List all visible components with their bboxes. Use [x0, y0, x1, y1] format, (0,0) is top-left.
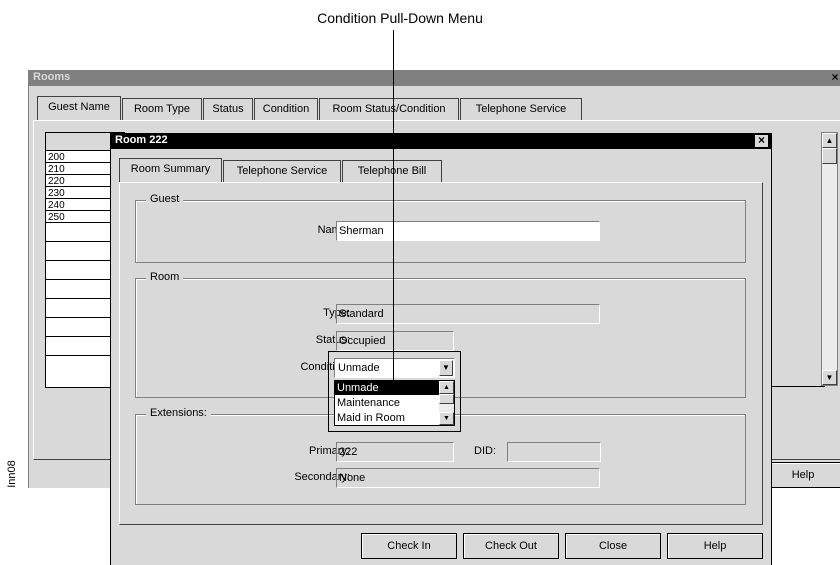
room-dialog-title: Room 222 — [115, 134, 168, 146]
close-icon: × — [757, 133, 765, 147]
extensions-group-label: Extensions: — [146, 407, 211, 419]
primary-field: 222 — [336, 442, 454, 462]
rooms-tabstrip: Guest Name Room Type Status Condition Ro… — [37, 96, 837, 122]
figure-side-label: Inn08 — [6, 460, 18, 488]
guest-group: Guest Name: Sherman — [135, 193, 746, 263]
rooms-tab-guest-name[interactable]: Guest Name — [37, 96, 121, 120]
rooms-title: Rooms — [33, 71, 71, 83]
tab-telephone-bill[interactable]: Telephone Bill — [342, 160, 442, 182]
rooms-tab-room-type[interactable]: Room Type — [122, 98, 202, 120]
dropdown-scroll-down[interactable]: ▼ — [439, 412, 454, 425]
callout-label: Condition Pull-Down Menu — [317, 10, 483, 26]
rooms-scrollbar[interactable]: ▲ ▼ — [821, 132, 838, 386]
close-icon: × — [831, 70, 839, 84]
dropdown-scrollbar[interactable]: ▲ ▼ — [439, 381, 454, 425]
rooms-titlebar: Rooms — [29, 70, 840, 86]
room-group-label: Room — [146, 271, 184, 283]
rooms-tab-condition[interactable]: Condition — [254, 98, 318, 120]
scroll-up-button[interactable]: ▲ — [822, 133, 837, 148]
secondary-label: Secondary: — [294, 471, 350, 483]
rooms-tab-status[interactable]: Status — [203, 98, 253, 120]
rooms-tab-room-status-condition[interactable]: Room Status/Condition — [319, 98, 459, 120]
button-label: Check In — [387, 540, 431, 552]
button-label: Check Out — [485, 540, 537, 552]
dropdown-scroll-thumb[interactable] — [439, 394, 454, 404]
help-button[interactable]: Help — [667, 533, 763, 559]
room-dialog-titlebar: Room 222 — [111, 133, 771, 149]
name-label: Name: — [317, 224, 350, 236]
rooms-tab-telephone-service[interactable]: Telephone Service — [460, 98, 582, 120]
tab-label: Telephone Bill — [357, 165, 427, 177]
tab-label: Room Summary — [130, 163, 211, 175]
type-field: Standard — [336, 304, 600, 324]
button-label: Close — [598, 540, 628, 552]
did-label: DID: — [474, 445, 496, 457]
scroll-down-button[interactable]: ▼ — [822, 370, 837, 385]
primary-label: Primary: — [309, 445, 350, 457]
room-dialog: Room 222 × Room Summary Telephone Servic… — [110, 133, 772, 565]
check-in-button[interactable]: Check In — [361, 533, 457, 559]
tab-label: Telephone Service — [475, 103, 567, 115]
status-field: Occupied — [336, 331, 454, 351]
status-label: Status: — [315, 334, 350, 346]
condition-select[interactable]: Unmade ▼ — [334, 358, 455, 378]
tab-label: Condition — [262, 103, 310, 115]
close-button[interactable]: Close — [565, 533, 661, 559]
condition-dropdown-list[interactable]: Unmade Maintenance Maid in Room ▲ ▼ — [334, 380, 455, 426]
secondary-field: None — [336, 468, 600, 488]
tab-label: Telephone Service — [236, 165, 328, 177]
room-dialog-close-button[interactable]: × — [754, 134, 769, 148]
guest-group-label: Guest — [146, 193, 184, 205]
chevron-down-icon[interactable]: ▼ — [439, 360, 453, 376]
dropdown-option-maid-in-room[interactable]: Maid in Room — [335, 411, 439, 425]
check-out-button[interactable]: Check Out — [463, 533, 559, 559]
dropdown-option-maintenance[interactable]: Maintenance — [335, 396, 439, 410]
button-label: Help — [703, 540, 727, 552]
dialog-tabstrip: Room Summary Telephone Service Telephone… — [119, 158, 519, 184]
scroll-thumb[interactable] — [822, 148, 837, 164]
type-label: Type: — [323, 307, 350, 319]
tab-label: Status — [212, 103, 244, 115]
dropdown-scroll-up[interactable]: ▲ — [439, 381, 454, 394]
dropdown-option-unmade[interactable]: Unmade — [335, 381, 439, 395]
rooms-help-button[interactable]: Help — [765, 462, 840, 488]
button-label: Help — [791, 469, 815, 481]
name-field[interactable]: Sherman — [336, 221, 600, 241]
did-field — [507, 442, 601, 462]
callout-line — [393, 30, 394, 385]
tab-telephone-service[interactable]: Telephone Service — [223, 160, 341, 182]
tab-room-summary[interactable]: Room Summary — [119, 158, 222, 182]
rooms-close-button[interactable]: × — [829, 70, 840, 86]
tab-label: Room Type — [133, 103, 191, 115]
tab-label: Guest Name — [48, 101, 110, 113]
condition-select-value: Unmade — [338, 362, 380, 374]
tab-label: Room Status/Condition — [332, 103, 446, 115]
